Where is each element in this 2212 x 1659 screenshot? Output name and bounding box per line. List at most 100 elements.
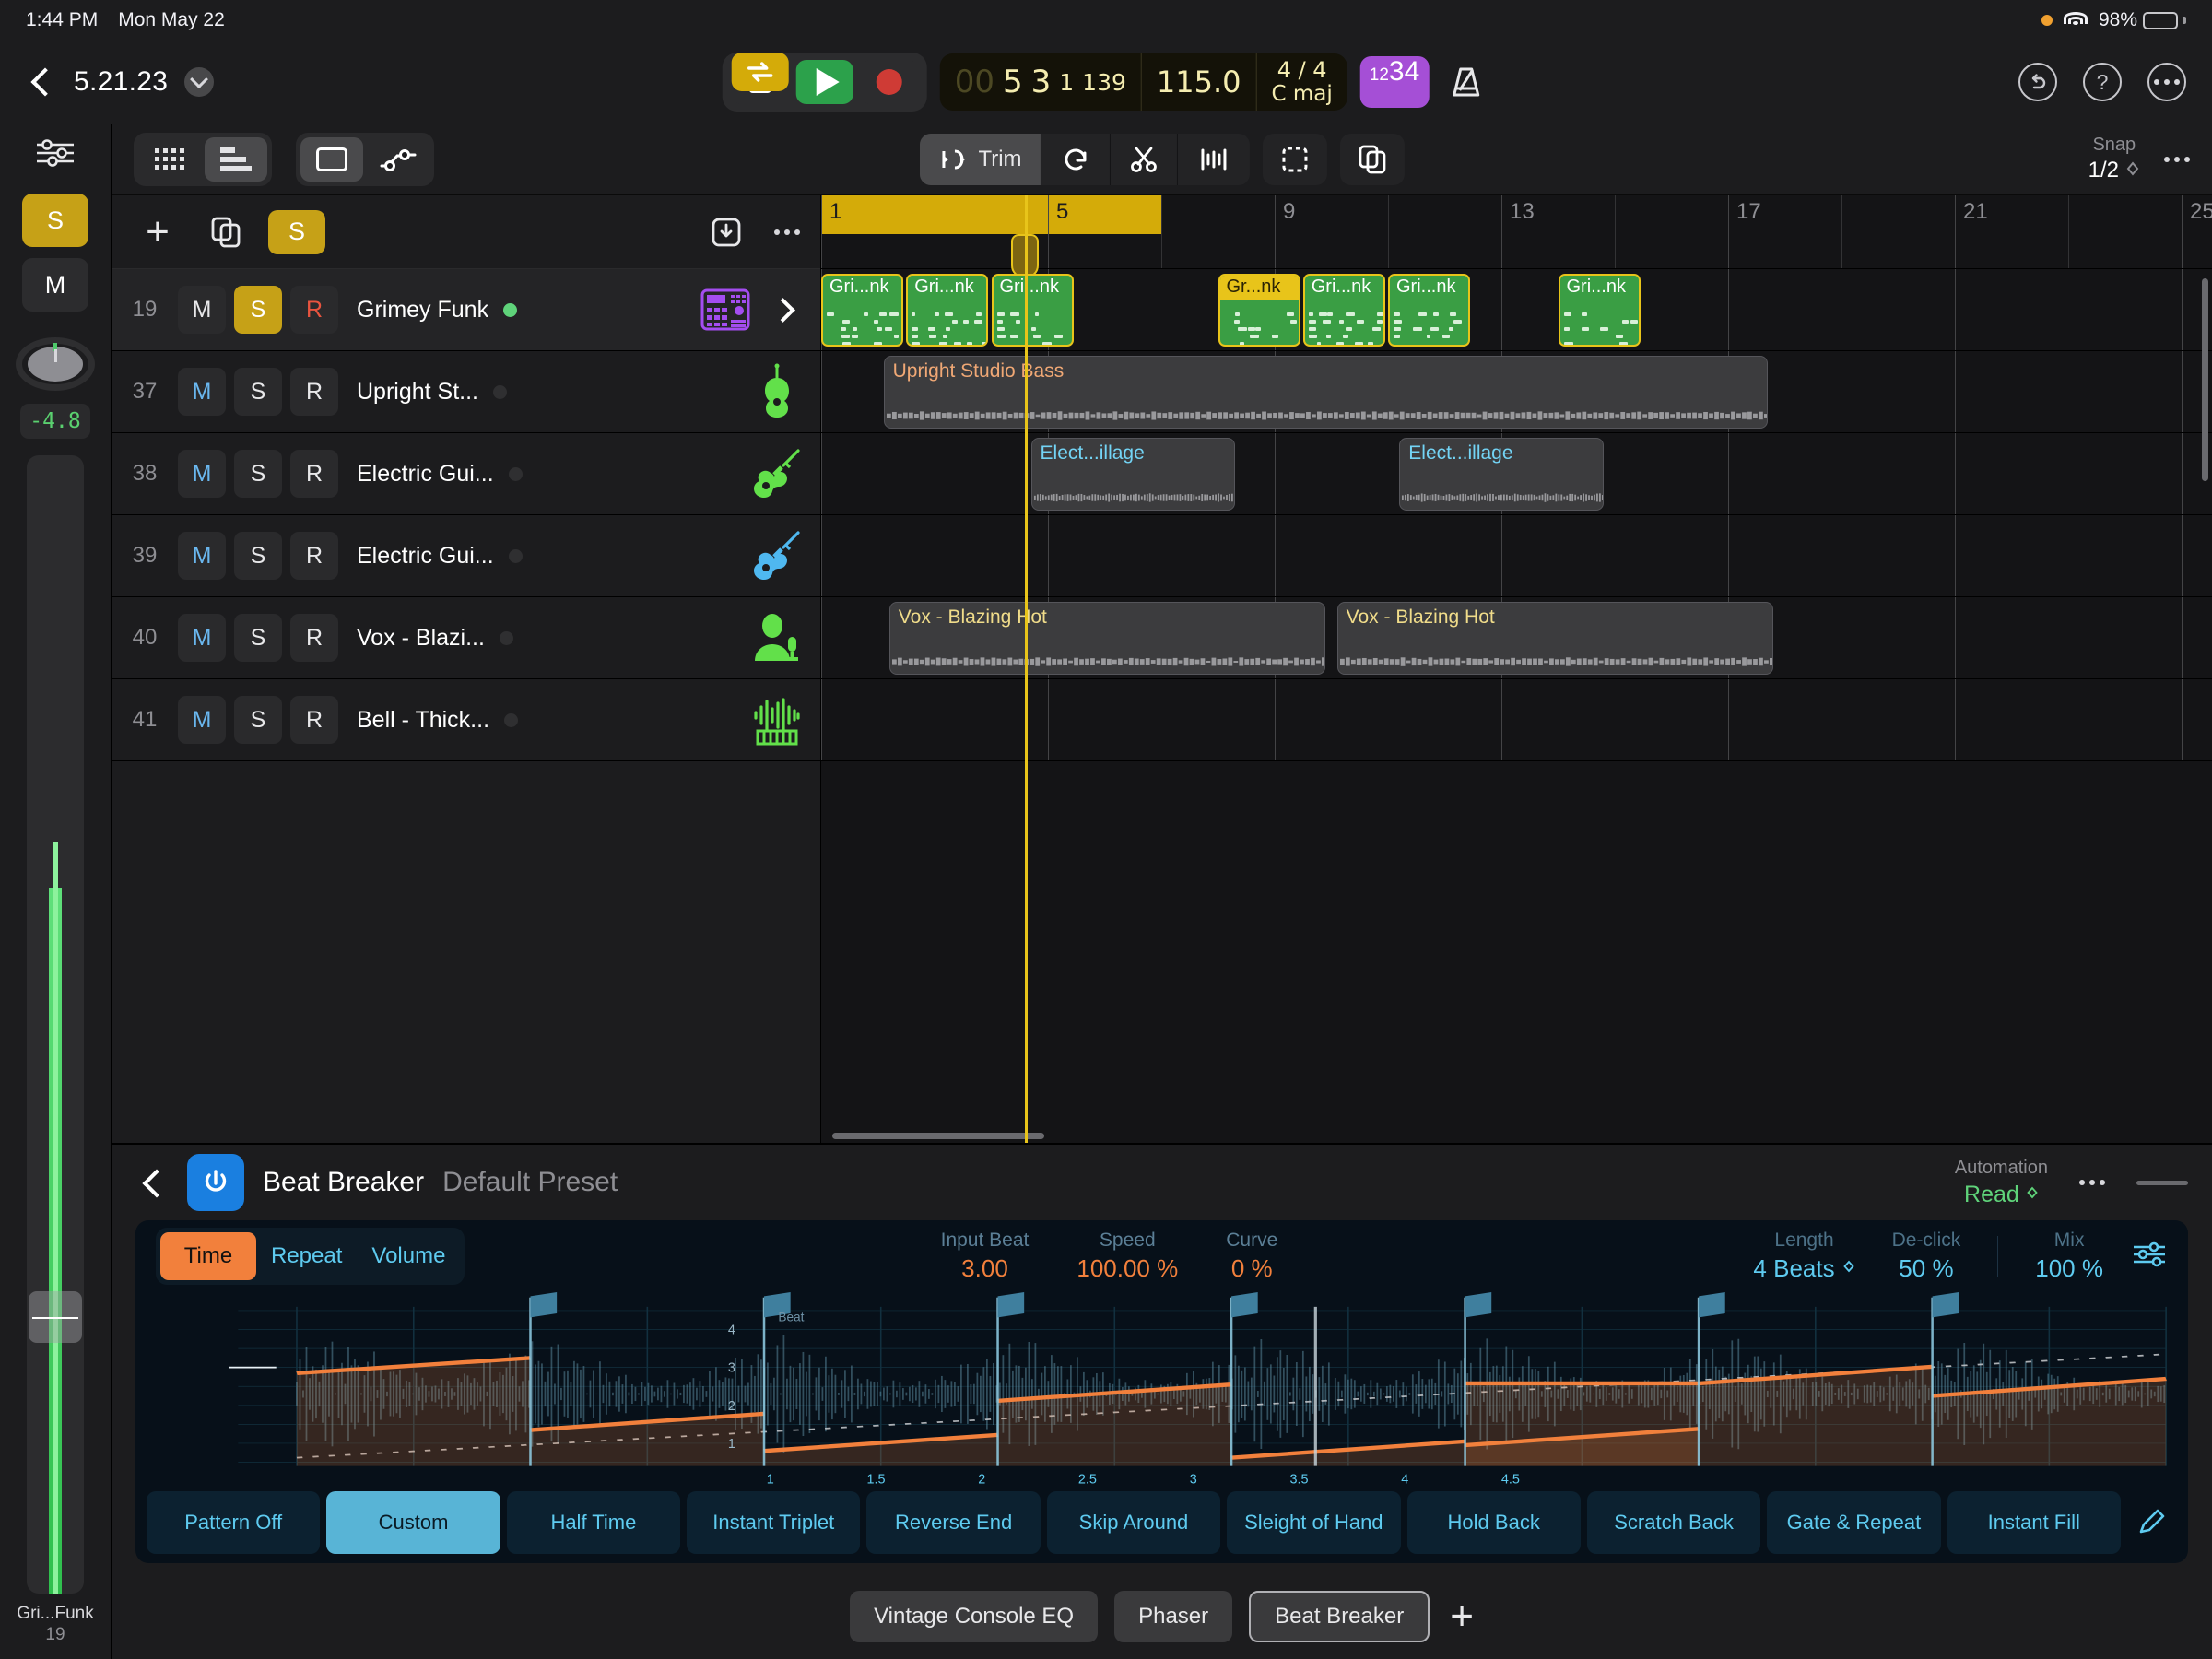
track-record-button[interactable]: R — [290, 286, 338, 334]
automation-icon[interactable] — [367, 137, 429, 182]
param-de-click[interactable]: De-click 50 % — [1892, 1229, 1961, 1284]
track-solo-button[interactable]: S — [234, 614, 282, 662]
electric-guitar-icon[interactable] — [748, 532, 806, 580]
preset-button[interactable]: Scratch Back — [1587, 1491, 1760, 1554]
add-track-icon[interactable]: + — [132, 206, 183, 258]
track-name[interactable]: Electric Gui... — [357, 461, 494, 488]
beat-breaker-tab-repeat[interactable]: Repeat — [256, 1232, 357, 1280]
snap-control[interactable]: Snap 1/2 — [2088, 134, 2140, 184]
fade-tool[interactable] — [1178, 134, 1250, 185]
track-record-button[interactable]: R — [290, 368, 338, 416]
strip-solo-button[interactable]: S — [22, 194, 88, 247]
midi-region[interactable]: Gri...nk — [1559, 274, 1641, 347]
midi-region[interactable]: Gr...nk — [1218, 274, 1300, 347]
panel-resize-handle[interactable] — [2136, 1181, 2188, 1185]
pencil-icon[interactable] — [2127, 1507, 2177, 1538]
sliders-icon[interactable] — [34, 137, 76, 173]
track-solo-button[interactable]: S — [234, 286, 282, 334]
preset-button[interactable]: Instant Fill — [1947, 1491, 2121, 1554]
track-lane[interactable]: Elect...illage Elect...illage — [821, 433, 2212, 515]
track-row[interactable]: 39 M S R Electric Gui... — [112, 515, 820, 597]
plugin-preset-name[interactable]: Default Preset — [442, 1167, 618, 1198]
audio-region[interactable]: Elect...illage — [1399, 438, 1603, 511]
track-list-more-icon[interactable] — [774, 229, 800, 235]
grid-view-icon[interactable] — [138, 137, 201, 182]
track-record-button[interactable]: R — [290, 450, 338, 498]
sampler-keys-icon[interactable] — [748, 696, 806, 744]
ruler[interactable]: 1591317212529 — [821, 195, 2212, 269]
track-mute-button[interactable]: M — [178, 532, 226, 580]
trim-tool[interactable]: Trim — [919, 134, 1041, 185]
audio-region[interactable]: Vox - Blazing Hot — [889, 602, 1326, 675]
playhead[interactable] — [1025, 195, 1028, 1143]
track-lane[interactable] — [821, 515, 2212, 597]
timeline[interactable]: 1591317212529 Gri...nk Gri...nk Gri...nk… — [821, 195, 2212, 1143]
editor-more-icon[interactable] — [2164, 157, 2190, 162]
track-mute-button[interactable]: M — [178, 368, 226, 416]
list-view-icon[interactable] — [205, 137, 267, 182]
more-icon[interactable] — [2147, 63, 2186, 101]
midi-region[interactable]: Gri...nk — [992, 274, 1074, 347]
param-input-beat[interactable]: Input Beat 3.00 — [941, 1229, 1030, 1284]
param-length[interactable]: Length 4 Beats — [1753, 1229, 1854, 1284]
playhead-position-display[interactable]: 00 5 3 1 139 — [940, 53, 1142, 111]
beat-breaker-settings-icon[interactable] — [2131, 1240, 2168, 1274]
track-mute-button[interactable]: M — [178, 450, 226, 498]
loop-tool[interactable] — [1041, 134, 1111, 185]
record-button[interactable] — [861, 60, 918, 104]
preset-button[interactable]: Gate & Repeat — [1767, 1491, 1940, 1554]
split-scissors-icon[interactable] — [1111, 134, 1178, 185]
marquee-select-icon[interactable] — [1263, 134, 1327, 185]
track-mute-button[interactable]: M — [178, 286, 226, 334]
electric-guitar-icon[interactable] — [748, 450, 806, 498]
preset-button[interactable]: Sleight of Hand — [1227, 1491, 1400, 1554]
track-record-button[interactable]: R — [290, 532, 338, 580]
midi-region[interactable]: Gri...nk — [906, 274, 988, 347]
metronome-icon[interactable] — [1441, 58, 1489, 106]
tempo-display[interactable]: 115.0 — [1142, 53, 1257, 111]
preset-button[interactable]: Pattern Off — [147, 1491, 320, 1554]
track-name[interactable]: Grimey Funk — [357, 297, 488, 324]
horizontal-scrollbar[interactable] — [832, 1133, 1044, 1139]
audio-region[interactable]: Upright Studio Bass — [884, 356, 1768, 429]
track-mute-button[interactable]: M — [178, 614, 226, 662]
help-icon[interactable]: ? — [2083, 63, 2122, 101]
midi-region[interactable]: Gri...nk — [1303, 274, 1385, 347]
plugin-slot[interactable]: Phaser — [1114, 1591, 1232, 1642]
automation-mode-control[interactable]: Automation Read — [1955, 1156, 2048, 1210]
back-button[interactable] — [26, 66, 57, 98]
param-mix[interactable]: Mix 100 % — [2035, 1229, 2103, 1284]
add-plugin-button[interactable]: + — [1450, 1594, 1474, 1640]
plugin-back-button[interactable] — [135, 1166, 169, 1199]
preset-button[interactable]: Half Time — [507, 1491, 680, 1554]
volume-fader[interactable] — [27, 455, 84, 1594]
track-record-button[interactable]: R — [290, 614, 338, 662]
vocal-mic-icon[interactable] — [748, 614, 806, 662]
midi-region[interactable]: Gri...nk — [821, 274, 903, 347]
track-detail-chevron-icon[interactable] — [759, 287, 806, 333]
track-mute-button[interactable]: M — [178, 696, 226, 744]
pan-knob[interactable] — [16, 335, 95, 393]
track-lane[interactable]: Gri...nk Gri...nk Gri...nk Gr...nk Gri..… — [821, 269, 2212, 351]
plugin-more-icon[interactable] — [2079, 1180, 2105, 1185]
plugin-slot[interactable]: Beat Breaker — [1249, 1591, 1430, 1642]
beat-breaker-tab-time[interactable]: Time — [160, 1232, 256, 1280]
track-lane[interactable]: Upright Studio Bass — [821, 351, 2212, 433]
drum-machine-icon[interactable] — [697, 286, 754, 334]
track-lane[interactable]: Vox - Blazing Hot Vox - Blazing Hot — [821, 597, 2212, 679]
track-name[interactable]: Upright St... — [357, 379, 478, 406]
preset-button[interactable]: Instant Triplet — [687, 1491, 860, 1554]
import-icon[interactable] — [700, 206, 752, 258]
region-lanes[interactable]: Gri...nk Gri...nk Gri...nk Gr...nk Gri..… — [821, 269, 2212, 1143]
preset-button[interactable]: Reverse End — [866, 1491, 1040, 1554]
audio-region[interactable]: Elect...illage — [1031, 438, 1235, 511]
project-menu-chevron-down-icon[interactable] — [184, 67, 214, 97]
track-solo-button[interactable]: S — [234, 450, 282, 498]
preset-button[interactable]: Custom — [326, 1491, 500, 1554]
track-name[interactable]: Bell - Thick... — [357, 707, 489, 734]
plugin-power-button[interactable] — [187, 1154, 244, 1211]
param-curve[interactable]: Curve 0 % — [1226, 1229, 1277, 1284]
upright-bass-icon[interactable] — [748, 368, 806, 416]
audio-region[interactable]: Vox - Blazing Hot — [1337, 602, 1774, 675]
midi-region[interactable]: Gri...nk — [1388, 274, 1470, 347]
